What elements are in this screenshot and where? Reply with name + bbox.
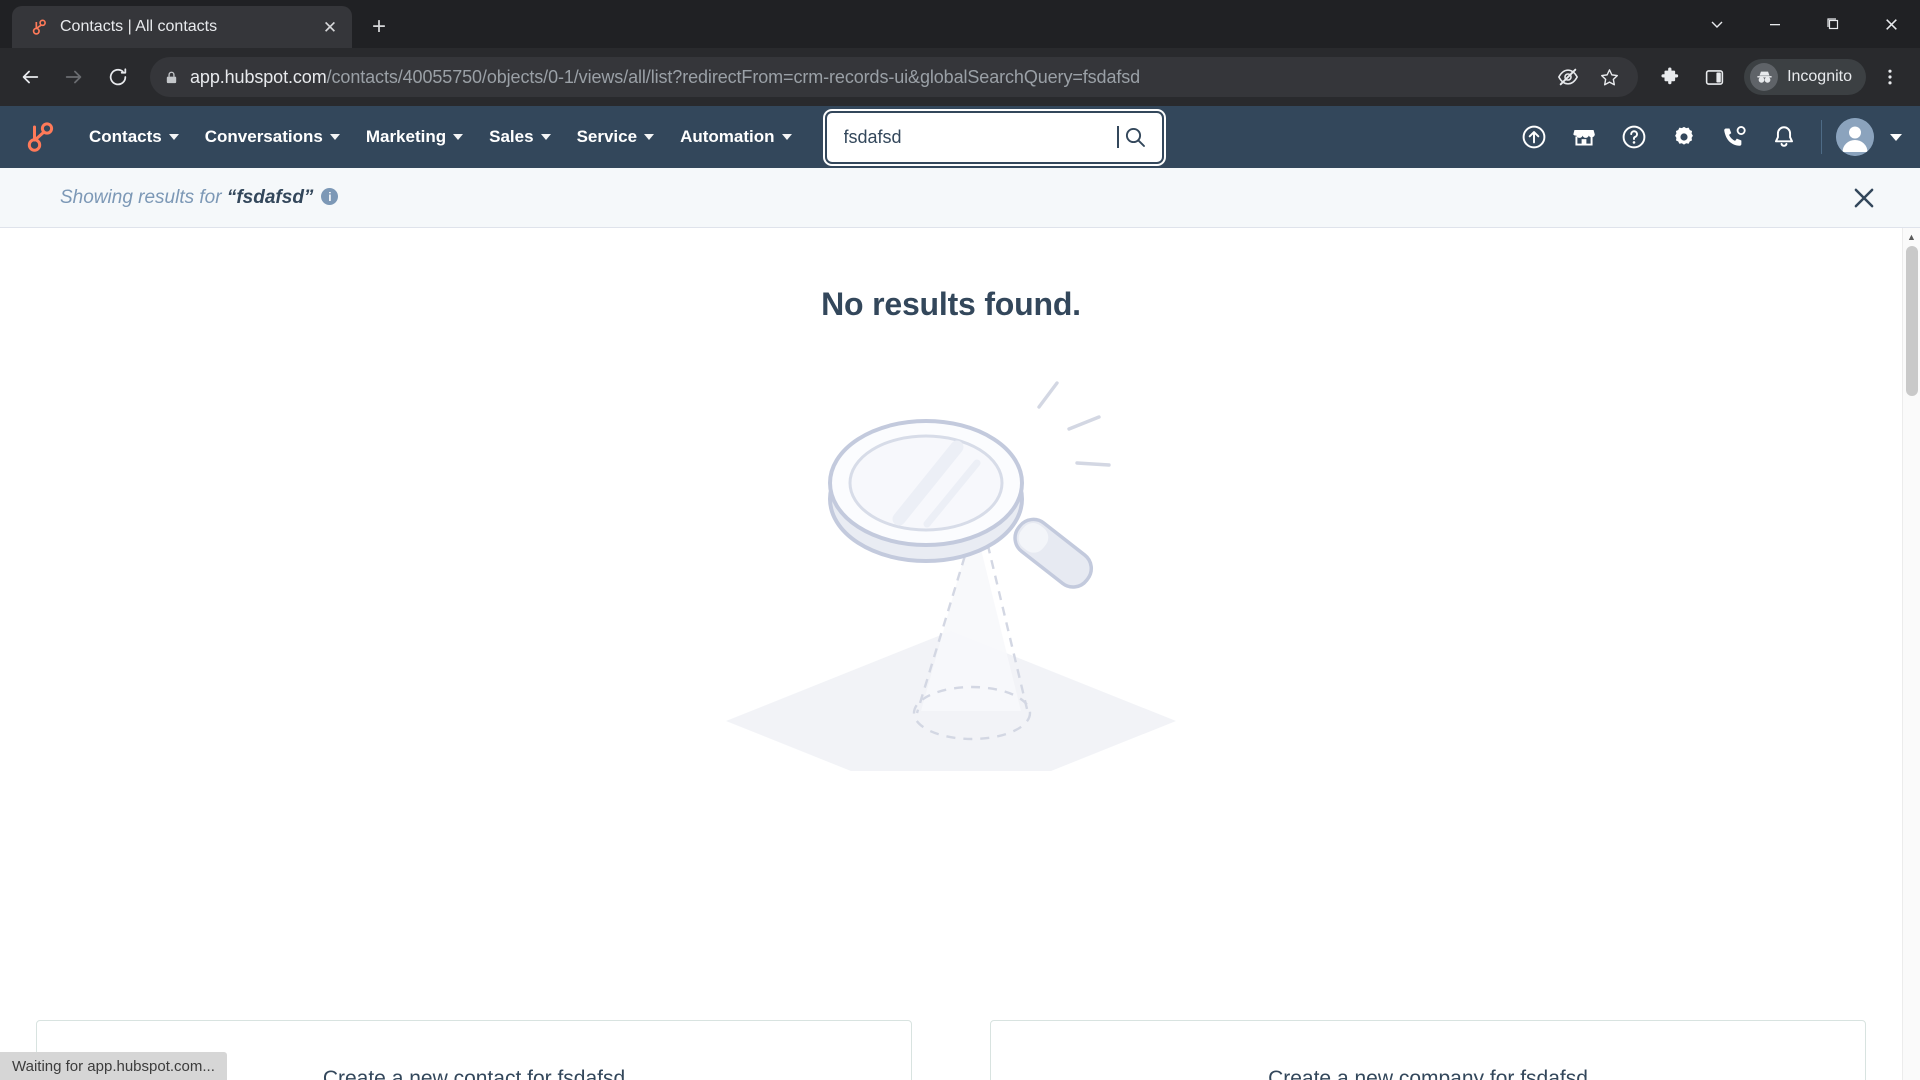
hubspot-app: Contacts Conversations Marketing Sales S…	[0, 106, 1920, 1080]
help-icon[interactable]	[1611, 114, 1657, 160]
browser-titlebar: Contacts | All contacts ✕ +	[0, 0, 1920, 48]
chevron-down-icon	[644, 134, 655, 140]
calling-icon[interactable]	[1711, 114, 1757, 160]
results-prefix: Showing results for	[60, 186, 227, 208]
results-summary: Showing results for “fsdafsd” i	[60, 186, 339, 209]
settings-gear-icon[interactable]	[1661, 114, 1707, 160]
text-cursor	[1117, 126, 1119, 148]
info-icon[interactable]: i	[321, 188, 339, 205]
scrollbar-thumb[interactable]	[1906, 246, 1918, 396]
page-scrollbar[interactable]: ▲	[1902, 228, 1920, 1080]
forward-arrow-icon	[54, 57, 94, 97]
reload-icon[interactable]	[98, 57, 138, 97]
chevron-down-icon	[329, 134, 340, 140]
scroll-up-arrow-icon[interactable]: ▲	[1903, 228, 1920, 246]
chevron-down-icon	[168, 134, 179, 140]
nav-item-marketing[interactable]: Marketing	[353, 119, 476, 155]
url-path: /contacts/40055750/objects/0-1/views/all…	[326, 66, 1141, 87]
search-icon[interactable]	[1123, 125, 1147, 149]
search-results-content: No results found. Create a new contact f…	[0, 228, 1920, 1080]
search-results-banner: Showing results for “fsdafsd” i	[0, 168, 1920, 228]
nav-item-label: Conversations	[204, 127, 323, 146]
window-close-icon[interactable]	[1862, 0, 1920, 48]
chevron-down-icon	[781, 134, 792, 140]
incognito-indicator[interactable]: Incognito	[1744, 59, 1866, 95]
nav-item-label: Marketing	[365, 127, 447, 146]
window-minimize-icon[interactable]	[1746, 0, 1804, 48]
create-company-label: Create a new company for fsdafsd	[1268, 1067, 1588, 1080]
hubspot-sprocket-icon	[28, 17, 48, 37]
create-entity-cards: Create a new contact for fsdafsd Create …	[36, 1020, 1866, 1080]
window-controls	[1688, 0, 1920, 48]
nav-item-service[interactable]: Service	[564, 119, 668, 155]
new-tab-button[interactable]: +	[362, 10, 396, 44]
nav-item-label: Service	[576, 127, 638, 146]
nav-icon-group	[1511, 114, 1906, 160]
account-chevron-down-icon[interactable]	[1890, 133, 1902, 141]
bookmark-star-icon[interactable]	[1594, 57, 1624, 97]
status-bubble: Waiting for app.hubspot.com...	[0, 1052, 227, 1080]
upgrade-icon[interactable]	[1511, 114, 1557, 160]
incognito-label: Incognito	[1787, 68, 1852, 85]
create-contact-label: Create a new contact for fsdafsd	[322, 1067, 626, 1080]
nav-menu: Contacts Conversations Marketing Sales S…	[76, 119, 805, 155]
window-maximize-icon[interactable]	[1804, 0, 1862, 48]
empty-state: No results found.	[0, 228, 1902, 811]
page-title: No results found.	[821, 286, 1081, 322]
window-chevron-down-icon[interactable]	[1688, 0, 1746, 48]
nav-item-label: Sales	[489, 127, 534, 146]
create-company-card[interactable]: Create a new company for fsdafsd	[990, 1020, 1866, 1080]
close-results-banner-icon[interactable]	[1844, 178, 1884, 218]
nav-item-label: Automation	[680, 127, 775, 146]
eye-off-icon[interactable]	[1553, 57, 1583, 97]
magnifying-glass-searchlight-illustration	[721, 351, 1181, 811]
avatar[interactable]	[1836, 118, 1874, 156]
browser-window: Contacts | All contacts ✕ + app.hubspot.…	[0, 0, 1920, 1080]
tab-close-icon[interactable]: ✕	[318, 15, 342, 39]
chevron-down-icon	[540, 134, 551, 140]
browser-toolbar: app.hubspot.com/contacts/40055750/object…	[0, 48, 1920, 106]
notifications-bell-icon[interactable]	[1761, 114, 1807, 160]
results-query: “fsdafsd”	[226, 186, 314, 208]
nav-divider	[1821, 120, 1822, 154]
marketplace-icon[interactable]	[1561, 114, 1607, 160]
side-panel-icon[interactable]	[1694, 57, 1734, 97]
extensions-puzzle-icon[interactable]	[1650, 57, 1690, 97]
back-arrow-icon[interactable]	[10, 57, 50, 97]
url-text: app.hubspot.com/contacts/40055750/object…	[190, 67, 1542, 88]
nav-item-label: Contacts	[89, 127, 162, 146]
nav-item-contacts[interactable]: Contacts	[76, 119, 192, 155]
tab-title: Contacts | All contacts	[60, 18, 218, 35]
lock-icon	[164, 70, 179, 85]
nav-item-sales[interactable]: Sales	[476, 119, 563, 155]
incognito-avatar-icon	[1750, 63, 1779, 91]
address-bar[interactable]: app.hubspot.com/contacts/40055750/object…	[150, 57, 1639, 97]
nav-item-conversations[interactable]: Conversations	[192, 119, 353, 155]
url-domain: app.hubspot.com	[190, 66, 327, 87]
hubspot-main-nav: Contacts Conversations Marketing Sales S…	[0, 106, 1920, 168]
browser-menu-icon[interactable]	[1870, 57, 1910, 97]
hubspot-sprocket-logo[interactable]	[20, 119, 56, 155]
nav-item-automation[interactable]: Automation	[667, 119, 804, 155]
browser-tab[interactable]: Contacts | All contacts ✕	[12, 6, 352, 48]
search-input[interactable]	[843, 126, 1119, 148]
global-search-box[interactable]	[826, 112, 1162, 162]
chevron-down-icon	[453, 134, 464, 140]
